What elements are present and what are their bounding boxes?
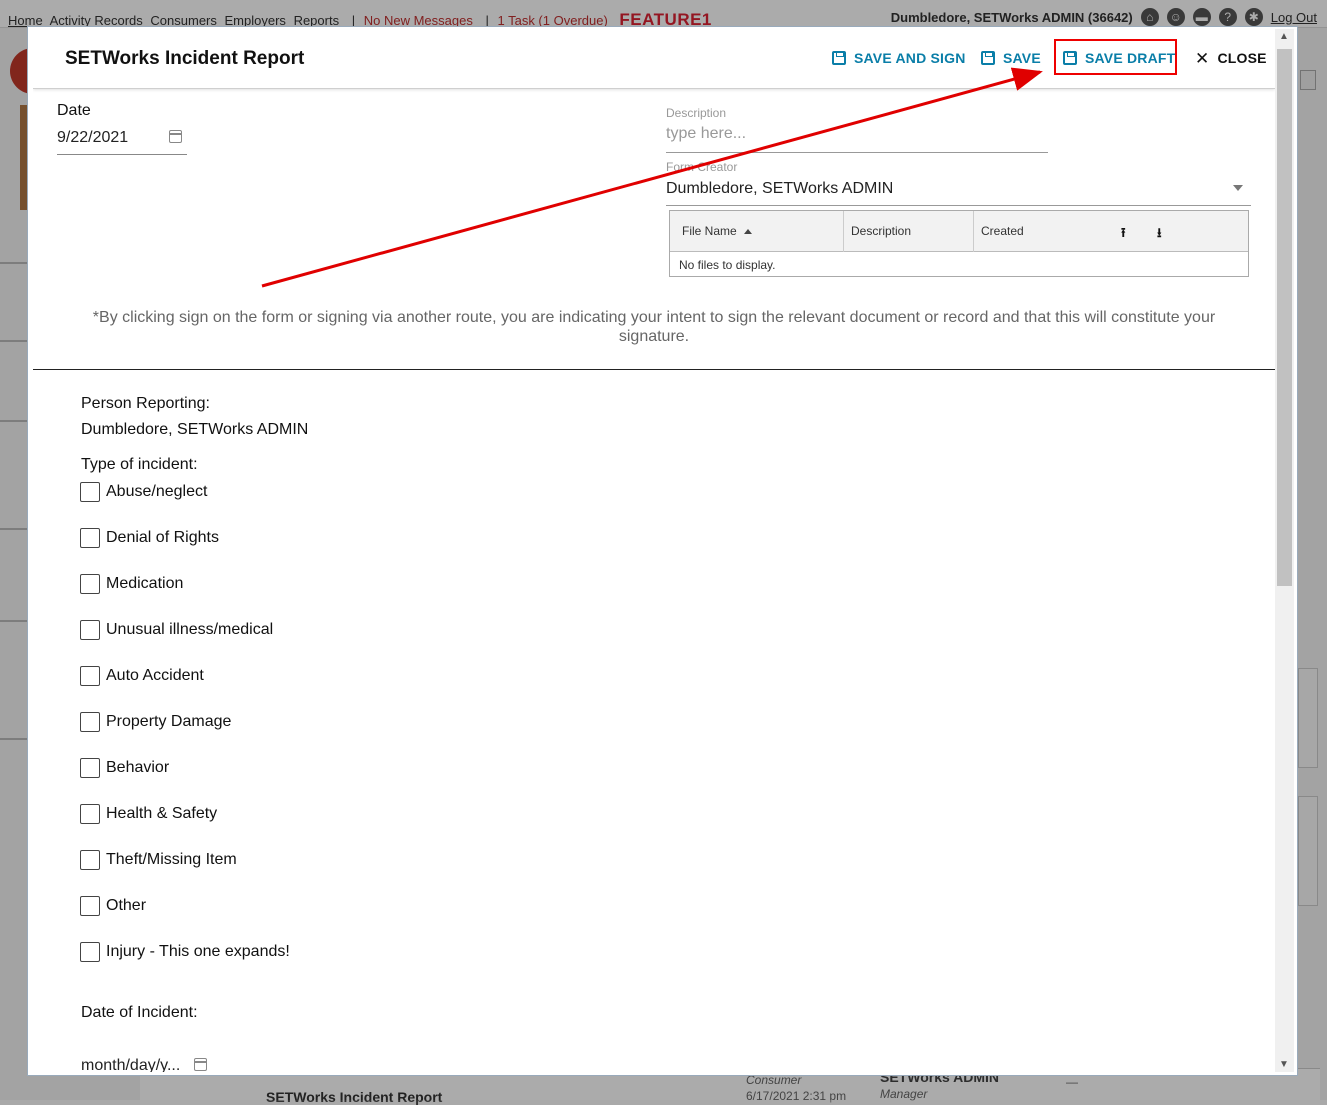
save-icon (981, 51, 995, 65)
checkbox-medication[interactable]: Medication (80, 574, 290, 620)
checkbox[interactable] (80, 896, 100, 916)
column-description-label: Description (851, 224, 912, 238)
checkbox[interactable] (80, 758, 100, 778)
form-creator-label: Form Creator (666, 160, 738, 174)
column-created[interactable]: Created (974, 211, 1250, 252)
checkbox[interactable] (80, 620, 100, 640)
checkbox-label: Property Damage (106, 713, 232, 730)
close-button[interactable]: ✕ CLOSE (1195, 48, 1267, 68)
checkbox[interactable] (80, 712, 100, 732)
modal-scrollbar[interactable]: ▲ ▼ (1275, 29, 1294, 1072)
close-icon: ✕ (1195, 48, 1210, 68)
signature-disclaimer: *By clicking sign on the form or signing… (92, 309, 1216, 345)
incident-type-list: Abuse/neglect Denial of Rights Medicatio… (80, 482, 290, 988)
save-label: SAVE (1003, 50, 1041, 66)
checkbox-behavior[interactable]: Behavior (80, 758, 290, 804)
scroll-up-arrow-icon[interactable]: ▲ (1279, 31, 1289, 42)
checkbox-unusual-illness[interactable]: Unusual illness/medical (80, 620, 290, 666)
download-icon[interactable]: ⭳ (1157, 224, 1162, 246)
checkbox-label: Theft/Missing Item (106, 851, 237, 868)
checkbox[interactable] (80, 850, 100, 870)
save-and-sign-button[interactable]: SAVE AND SIGN (832, 48, 966, 68)
checkbox-abuse-neglect[interactable]: Abuse/neglect (80, 482, 290, 528)
upload-icon[interactable]: ⭱ (1121, 224, 1126, 246)
calendar-icon[interactable] (168, 130, 182, 143)
calendar-icon[interactable] (193, 1058, 207, 1071)
form-creator-select[interactable]: Dumbledore, SETWorks ADMIN (666, 177, 1251, 206)
column-file-name[interactable]: File Name (670, 211, 844, 252)
column-created-label: Created (981, 224, 1024, 238)
file-attachments-grid: File Name Description Created ⭱ ⭳ No fil… (669, 210, 1249, 277)
scroll-down-arrow-icon[interactable]: ▼ (1279, 1059, 1289, 1070)
column-file-name-label: File Name (682, 224, 737, 238)
incident-type-label: Type of incident: (81, 456, 198, 473)
annotation-highlight-box (1054, 39, 1177, 75)
modal-header: SETWorks Incident Report SAVE AND SIGN S… (33, 29, 1275, 89)
save-button[interactable]: SAVE (981, 48, 1041, 68)
save-icon (832, 51, 846, 65)
checkbox[interactable] (80, 482, 100, 502)
section-divider (33, 369, 1275, 370)
checkbox-denial-of-rights[interactable]: Denial of Rights (80, 528, 290, 574)
checkbox-label: Medication (106, 575, 184, 592)
close-label: CLOSE (1217, 50, 1267, 66)
checkbox[interactable] (80, 574, 100, 594)
scroll-thumb[interactable] (1277, 49, 1292, 586)
description-input[interactable] (666, 123, 1048, 145)
description-label: Description (666, 106, 727, 120)
checkbox-label: Behavior (106, 759, 170, 776)
checkbox-label: Denial of Rights (106, 529, 219, 546)
sort-asc-icon (743, 229, 752, 235)
checkbox[interactable] (80, 528, 100, 548)
checkbox-label: Injury - This one expands! (106, 943, 290, 960)
checkbox-property-damage[interactable]: Property Damage (80, 712, 290, 758)
dropdown-icon[interactable] (1233, 185, 1243, 191)
checkbox[interactable] (80, 804, 100, 824)
person-reporting-value: Dumbledore, SETWorks ADMIN (81, 421, 309, 438)
checkbox-label: Health & Safety (106, 805, 218, 822)
column-description[interactable]: Description (844, 211, 974, 252)
person-reporting-label: Person Reporting: (81, 395, 210, 412)
checkbox-label: Auto Accident (106, 667, 204, 684)
incident-date-field[interactable]: month/day/y... (81, 1055, 211, 1072)
checkbox[interactable] (80, 666, 100, 686)
incident-date-label: Date of Incident: (81, 1004, 198, 1021)
file-grid-empty-text: No files to display. (679, 258, 776, 272)
date-label: Date (57, 102, 91, 119)
checkbox-label: Unusual illness/medical (106, 621, 274, 638)
incident-date-placeholder: month/day/y... (81, 1057, 181, 1072)
checkbox-auto-accident[interactable]: Auto Accident (80, 666, 290, 712)
checkbox-label: Other (106, 897, 147, 914)
save-and-sign-label: SAVE AND SIGN (854, 50, 966, 66)
checkbox-other[interactable]: Other (80, 896, 290, 942)
description-field (666, 123, 1048, 153)
form-creator-value: Dumbledore, SETWorks ADMIN (666, 180, 894, 197)
file-grid-header: File Name Description Created ⭱ ⭳ (670, 211, 1248, 252)
checkbox[interactable] (80, 942, 100, 962)
checkbox-health-safety[interactable]: Health & Safety (80, 804, 290, 850)
modal-title: SETWorks Incident Report (65, 48, 305, 69)
date-value: 9/22/2021 (57, 129, 129, 146)
checkbox-theft-missing-item[interactable]: Theft/Missing Item (80, 850, 290, 896)
incident-report-modal: SETWorks Incident Report SAVE AND SIGN S… (33, 29, 1294, 1072)
date-field[interactable]: 9/22/2021 (57, 126, 187, 155)
checkbox-injury[interactable]: Injury - This one expands! (80, 942, 290, 988)
checkbox-label: Abuse/neglect (106, 483, 208, 500)
